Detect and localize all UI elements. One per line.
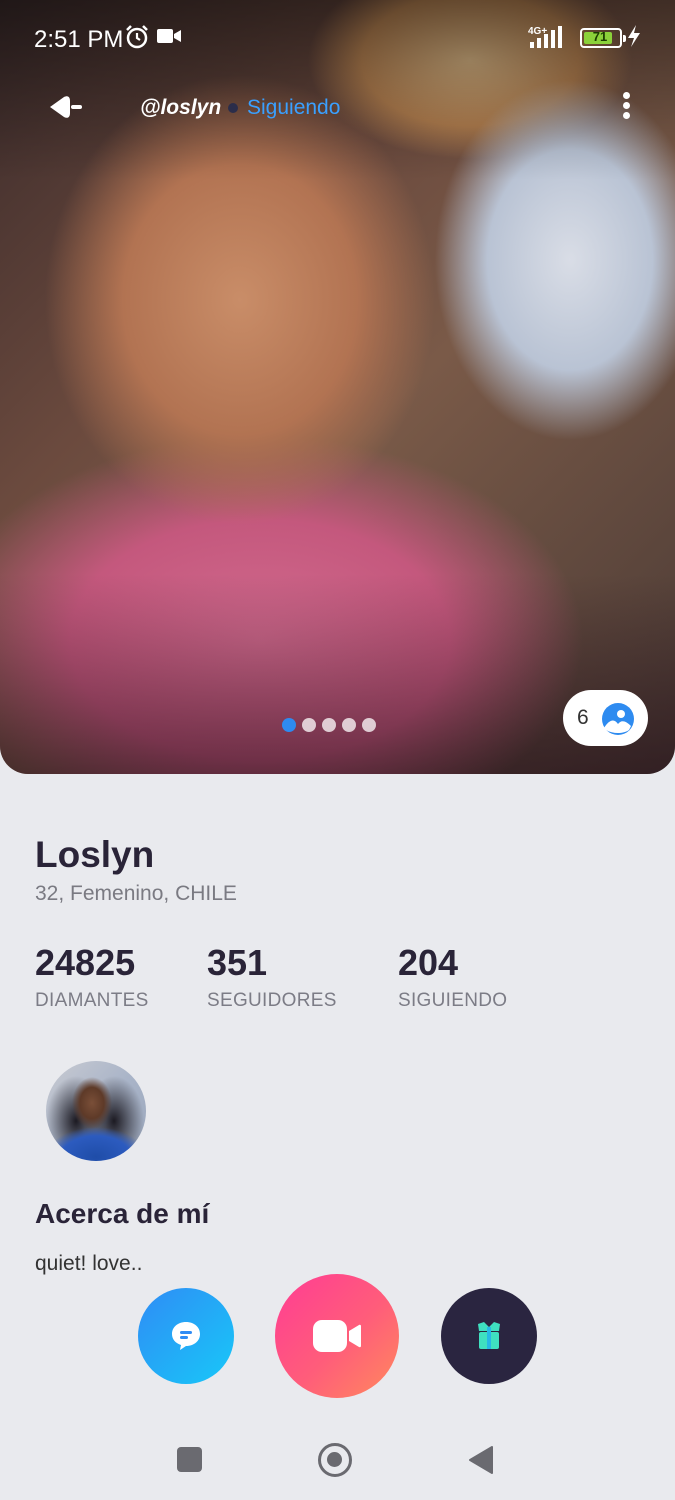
profile-details: 32, Femenino, CHILE — [35, 882, 237, 905]
battery-level: 71 — [592, 29, 608, 44]
pager-dot[interactable] — [282, 718, 296, 732]
stat-followers-label[interactable]: SEGUIDORES — [207, 990, 337, 1012]
profile-name: Loslyn — [35, 834, 155, 875]
gift-button[interactable] — [441, 1288, 537, 1384]
pager-dot[interactable] — [302, 718, 316, 732]
pager-dot[interactable] — [342, 718, 356, 732]
home-button[interactable] — [318, 1443, 352, 1477]
more-vertical-icon[interactable] — [614, 90, 638, 124]
pager-dot[interactable] — [362, 718, 376, 732]
username-handle[interactable]: @loslyn — [140, 96, 221, 120]
alarm-icon — [126, 25, 148, 49]
status-bar: 2:51 PM 4G+ 71 — [0, 0, 675, 76]
battery-icon: 71 — [580, 28, 626, 48]
pager-dot[interactable] — [322, 718, 336, 732]
photo-count-badge[interactable]: 6 — [563, 690, 648, 746]
charging-bolt-icon — [628, 25, 640, 47]
signal-icon: 4G+ — [528, 26, 562, 48]
separator-dot — [228, 103, 238, 113]
follow-status-button[interactable]: Siguiendo — [247, 96, 340, 120]
stat-following-value[interactable]: 204 — [398, 942, 458, 984]
photo-icon — [602, 703, 634, 735]
about-title: Acerca de mí — [35, 1198, 210, 1229]
status-time: 2:51 PM — [34, 26, 124, 53]
stat-following-label[interactable]: SIGUIENDO — [398, 990, 507, 1012]
video-call-button[interactable] — [275, 1274, 399, 1398]
chat-button[interactable] — [138, 1288, 234, 1384]
recent-apps-button[interactable] — [177, 1447, 202, 1472]
stat-followers-value[interactable]: 351 — [207, 942, 267, 984]
photo-count: 6 — [577, 706, 589, 729]
video-camera-icon — [313, 1320, 361, 1352]
back-arrow-icon[interactable] — [44, 92, 88, 122]
about-text: quiet! love.. — [35, 1252, 143, 1275]
gift-icon — [478, 1322, 500, 1349]
photo-pager — [282, 718, 376, 732]
video-icon — [157, 29, 181, 43]
photo-bottom-shade — [0, 574, 675, 774]
back-button[interactable] — [468, 1445, 494, 1475]
stat-diamonds-value: 24825 — [35, 942, 136, 983]
chat-bubble-icon — [172, 1322, 200, 1350]
avatar[interactable] — [46, 1061, 146, 1161]
stat-diamonds-label: DIAMANTES — [35, 990, 149, 1011]
